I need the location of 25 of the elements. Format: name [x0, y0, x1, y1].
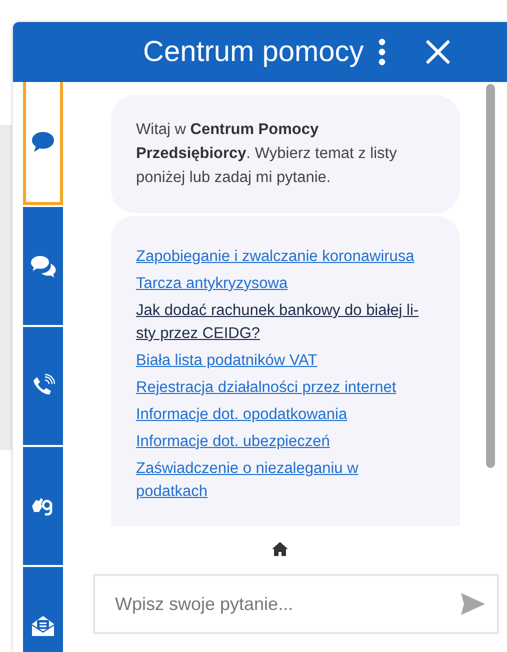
topic-link[interactable]: Zapobieganie i zwalczanie koronawirusa — [136, 245, 414, 268]
topic-link[interactable]: Informacje dot. opodatkowania — [136, 403, 348, 426]
topic-link[interactable]: Biała lista podatników VAT — [136, 349, 318, 372]
home-icon[interactable] — [272, 542, 288, 556]
topic-link[interactable]: Zaświadczenie o niezaleganiu w podatkach — [136, 457, 428, 503]
window-title: Centrum pomocy — [143, 36, 364, 68]
topic-link[interactable]: Jak dodać rachunek bankowy do białej li-sty przez CEIDG? — [136, 299, 428, 345]
scrollbar[interactable] — [486, 84, 495, 468]
sidebar-tab[interactable] — [23, 567, 63, 652]
close-button[interactable] — [426, 40, 450, 64]
topic-link[interactable]: Tarcza antykryzysowa — [136, 272, 288, 295]
close-icon — [426, 40, 450, 64]
message-text: Witaj w Centrum Pomocy Przedsiębiorcy. Wybierz temat z listy poniżej lub zadaj mi pytanie. — [136, 120, 398, 188]
sidebar-tab[interactable] — [23, 207, 63, 325]
topic-link[interactable]: Informacje dot. ubezpieczeń — [136, 430, 330, 453]
more-icon — [378, 38, 386, 66]
speech-bubble-icon — [31, 131, 55, 153]
envelope-icon — [31, 615, 55, 637]
more-menu-button[interactable] — [378, 38, 386, 66]
question-input-field[interactable]: Wpisz swoje pytanie... — [93, 574, 499, 634]
sidebar-tab[interactable] — [23, 327, 63, 445]
sidebar-tab[interactable] — [23, 447, 63, 565]
sidebar-tab[interactable] — [23, 82, 63, 205]
topic-link[interactable]: Rejestracja działalności przez internet — [136, 376, 396, 399]
speech-bubbles-icon — [30, 255, 56, 277]
